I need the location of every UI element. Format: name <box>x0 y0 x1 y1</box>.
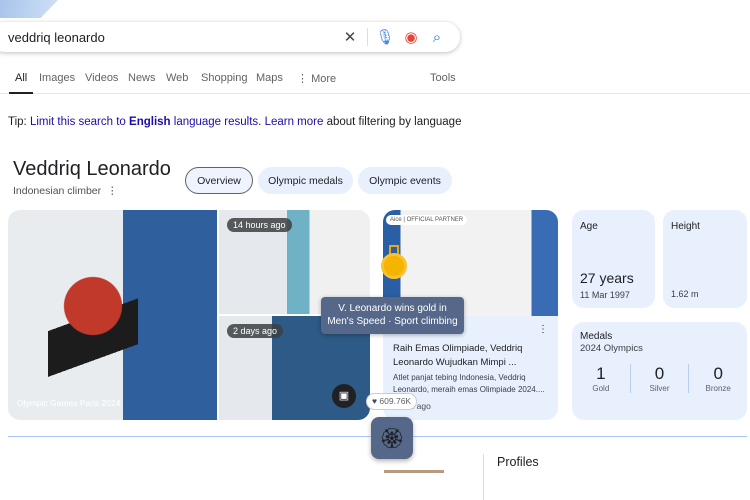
chip-overview[interactable]: Overview <box>185 167 253 194</box>
type: Silver <box>649 384 670 393</box>
height-label: Height <box>671 221 700 232</box>
partial-image <box>384 470 444 473</box>
age-label: Age <box>580 221 598 232</box>
height-value: 1.62 m <box>671 289 699 299</box>
likes-count: 609.76K <box>379 396 412 406</box>
link-bold: English <box>129 116 171 128</box>
search-tabs: All Images Videos News Web Shopping Maps… <box>0 72 750 94</box>
count: 0 <box>654 364 665 383</box>
time-badge: 14 hours ago <box>227 218 292 232</box>
birth-date: 11 Mar 1997 <box>580 290 630 300</box>
tab-all[interactable]: All <box>8 72 34 94</box>
search-bar[interactable]: ✕ 🎙 ◉ ⌕ <box>0 22 460 52</box>
tab-more-label: More <box>311 73 337 85</box>
link-text-end: language results. <box>170 116 262 128</box>
time-badge: 2 days ago <box>227 324 284 338</box>
news-title[interactable]: Raih Emas Olimpiade, Veddriq Leonardo Wu… <box>393 342 548 370</box>
flower-icon: 🏵 <box>379 427 405 450</box>
climber-figure <box>48 270 138 390</box>
link-text: Limit this search to <box>29 116 130 128</box>
medals-subtitle: 2024 Olympics <box>580 343 643 354</box>
image-gallery-icon[interactable]: ▣ <box>332 384 356 408</box>
tooltip-line2: Men's Speed · Sport climbing <box>327 316 458 327</box>
chip-olympic-medals[interactable]: Olympic medals <box>258 167 353 194</box>
tooltip-line1: V. Leonardo wins gold in <box>338 303 447 314</box>
age-card: Age 27 years 11 Mar 1997 <box>572 210 655 308</box>
entity-title: Veddriq Leonardo <box>13 158 171 180</box>
tab-news[interactable]: News <box>128 72 156 84</box>
news-logo: Aice | OFFICIAL PARTNER <box>386 215 468 225</box>
gold-count: 1 Gold <box>572 364 631 393</box>
tab-web[interactable]: Web <box>166 72 188 84</box>
divider <box>483 454 484 500</box>
news-more-icon[interactable]: ⋮ <box>538 324 548 335</box>
search-icon[interactable]: ⌕ <box>424 29 450 46</box>
tab-more[interactable]: ⋮ More <box>297 72 336 85</box>
tab-shopping[interactable]: Shopping <box>201 72 248 84</box>
medal-counts: 1 Gold 0 Silver 0 Bronze <box>572 364 747 393</box>
count: 0 <box>713 364 723 383</box>
count: 1 <box>596 364 606 383</box>
silver-count: 0 Silver <box>631 364 690 393</box>
more-icon: ⋮ <box>297 73 312 85</box>
likes-badge: ♥ 609.76K <box>366 393 418 410</box>
tab-maps[interactable]: Maps <box>256 72 283 84</box>
medals-card[interactable]: Medals 2024 Olympics 1 Gold 0 Silver 0 Bron… <box>572 322 747 420</box>
news-snippet: Atlet panjat tebing Indonesia, Veddriq L… <box>393 373 545 394</box>
tip-prefix: Tip: <box>8 116 30 128</box>
medals-label: Medals <box>580 331 613 342</box>
learn-more-link[interactable]: Learn more <box>265 116 324 128</box>
image-caption: Olympic Games Paris 2024 <box>17 398 121 408</box>
divider <box>367 28 368 46</box>
tools-button[interactable]: Tools <box>430 72 456 84</box>
profiles-heading: Profiles <box>497 455 539 469</box>
gold-medal-icon <box>381 245 407 280</box>
entity-subtitle: Indonesian climber ⋮ <box>13 185 117 197</box>
bronze-count: 0 Bronze <box>689 364 747 393</box>
language-tip: Tip: Limit this search to English langua… <box>8 116 461 128</box>
main-climbing-image[interactable]: Olympic Games Paris 2024 <box>8 210 217 420</box>
limit-language-link[interactable]: Limit this search to English language re… <box>30 116 261 128</box>
close-icon[interactable]: ✕ <box>337 28 363 46</box>
subtitle-text: Indonesian climber <box>13 185 102 197</box>
age-value: 27 years <box>580 270 634 286</box>
search-input[interactable] <box>8 29 337 45</box>
lens-icon[interactable]: ◉ <box>398 28 424 46</box>
height-card: Height 1.62 m <box>663 210 747 308</box>
tab-videos[interactable]: Videos <box>85 72 118 84</box>
doodle-decoration <box>0 0 58 18</box>
chip-olympic-events[interactable]: Olympic events <box>358 167 452 194</box>
tip-suffix: about filtering by language <box>323 116 462 128</box>
heart-icon: ♥ <box>372 396 378 406</box>
event-tooltip: V. Leonardo wins gold in Men's Speed · Sp… <box>321 297 464 334</box>
type: Gold <box>592 384 610 393</box>
mic-icon[interactable]: 🎙 <box>372 28 398 46</box>
flower-doodle-button[interactable]: 🏵 <box>371 417 413 459</box>
type: Bronze <box>705 384 731 393</box>
tab-images[interactable]: Images <box>39 72 75 84</box>
more-options-icon[interactable]: ⋮ <box>107 185 118 197</box>
